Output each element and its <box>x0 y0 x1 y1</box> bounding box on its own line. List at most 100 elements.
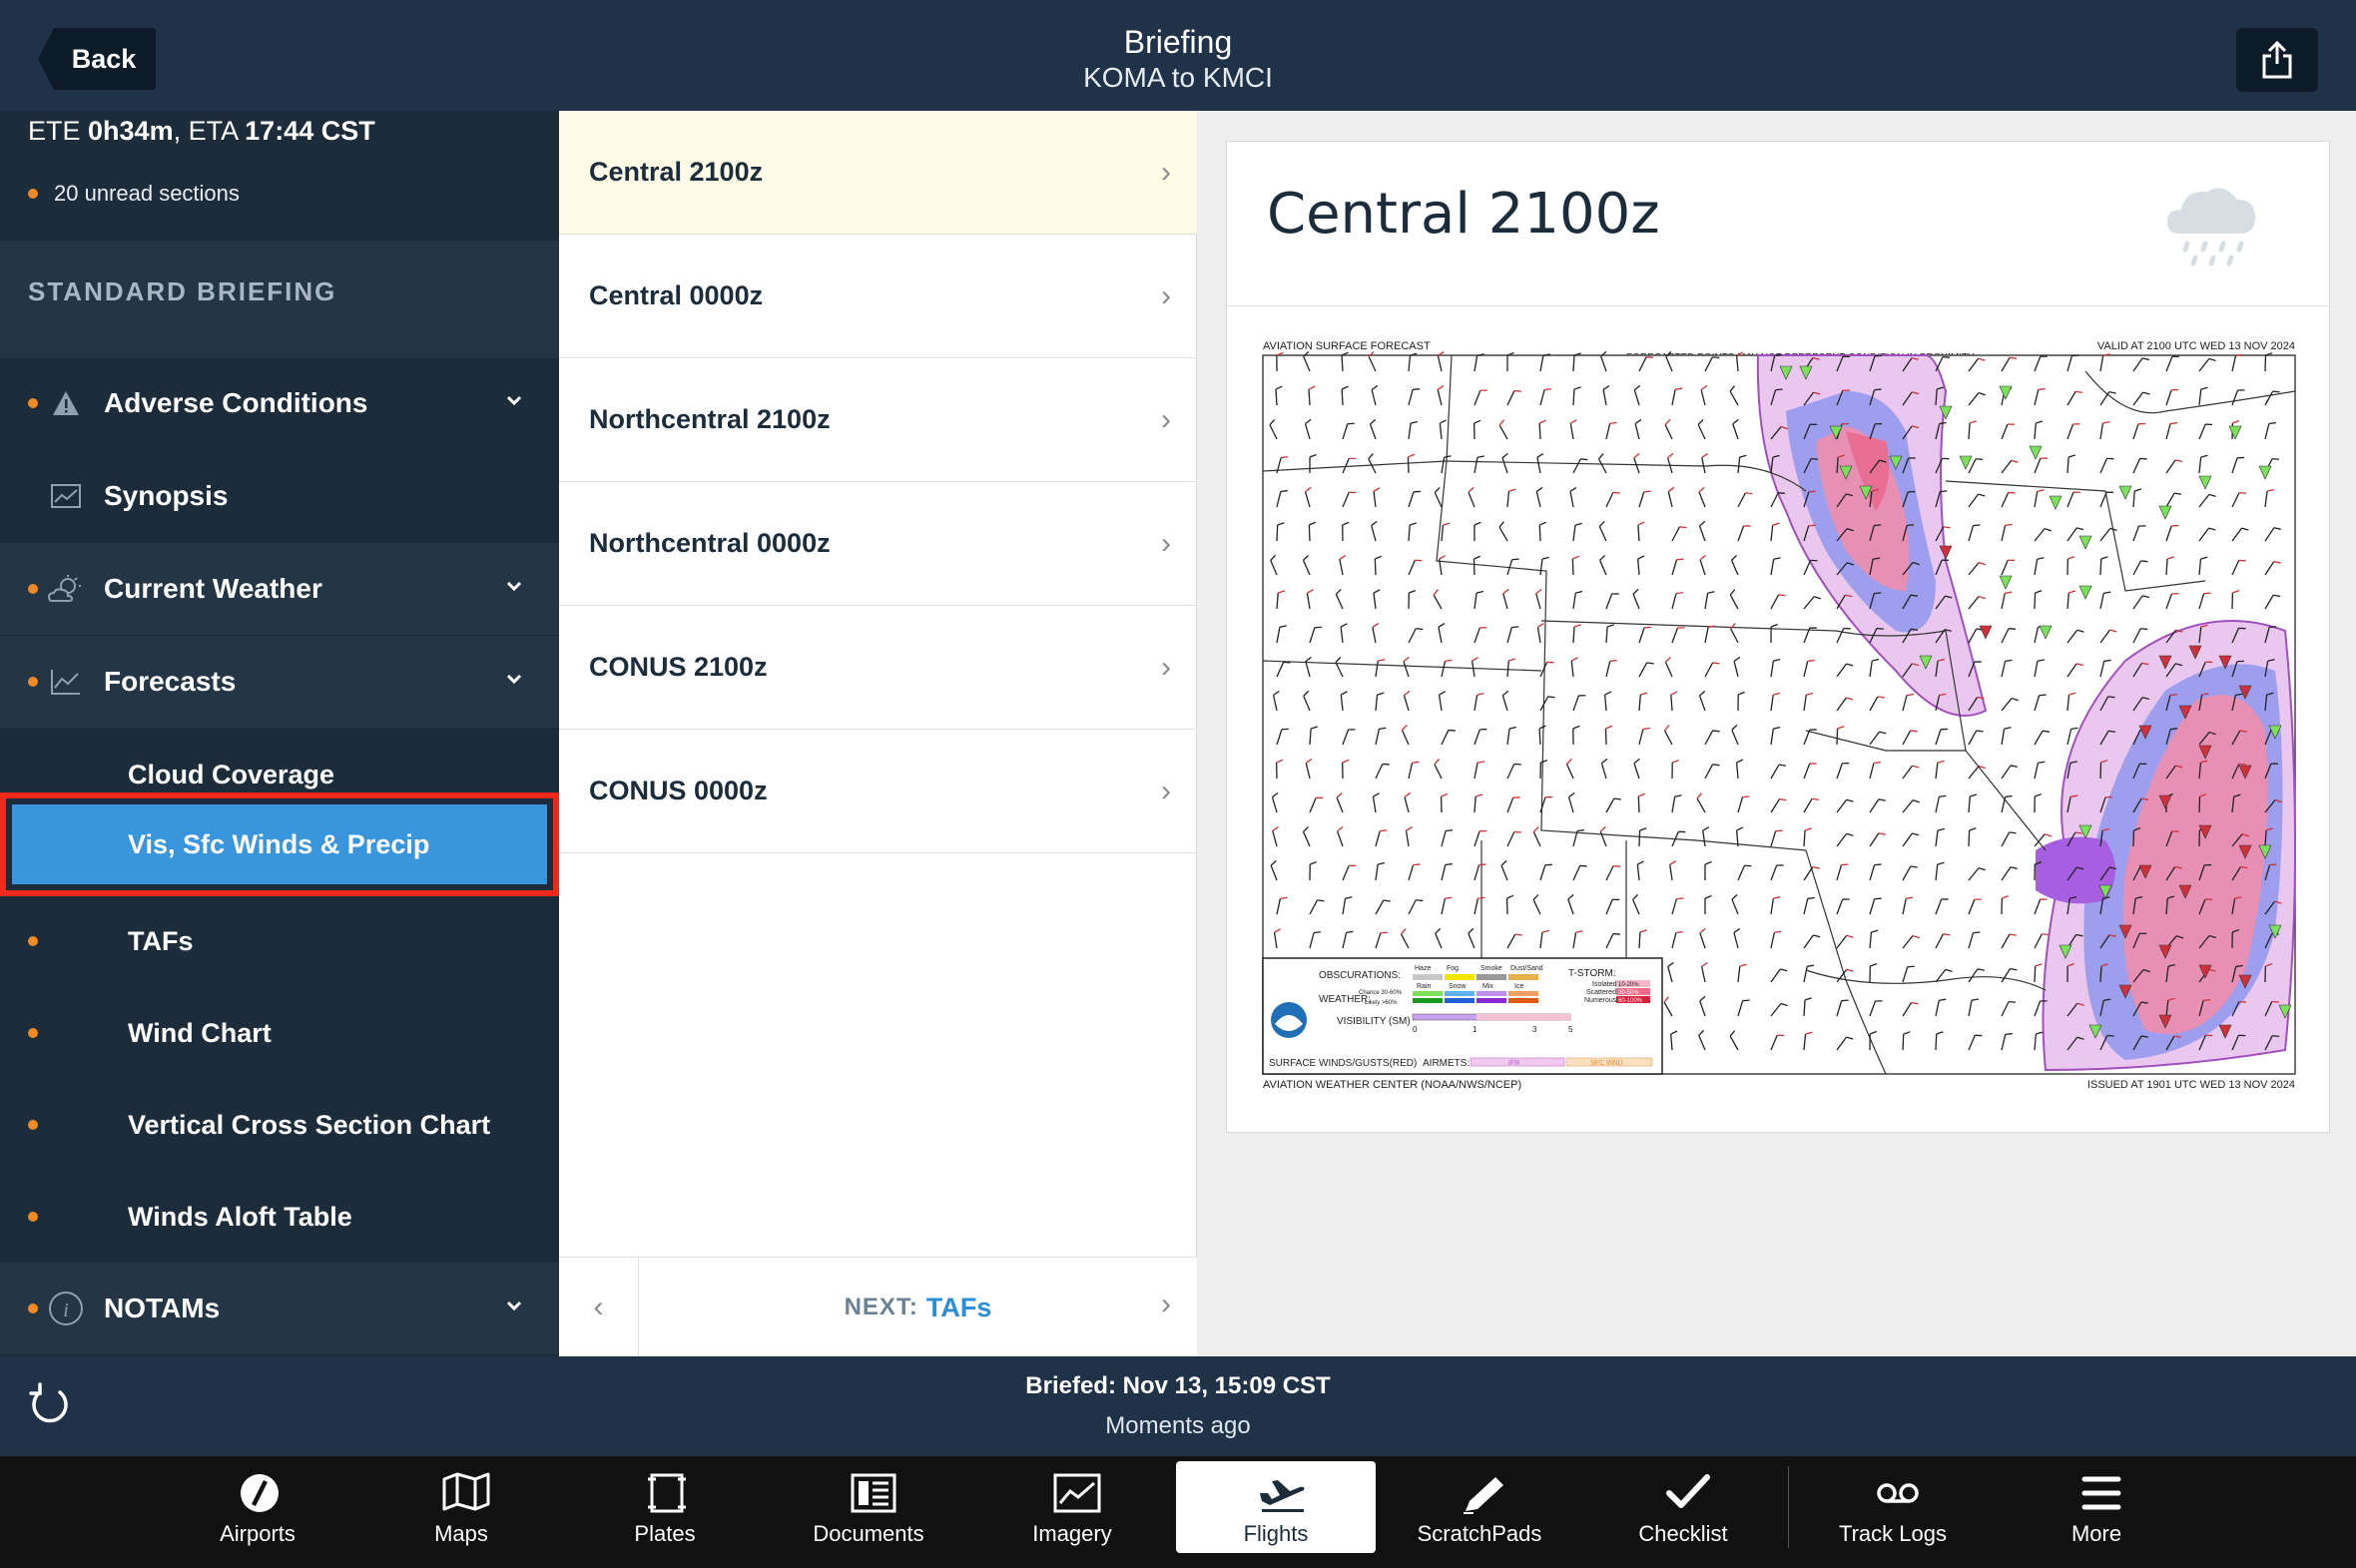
sidebar-item-adverse-conditions[interactable]: Adverse Conditions <box>0 357 559 449</box>
legend-airmets: AIRMETS: <box>1423 1058 1470 1069</box>
tab-scratchpads[interactable]: ScratchPads <box>1380 1461 1579 1553</box>
chevron-right-icon: › <box>1161 526 1171 560</box>
list-item[interactable]: Central 0000z › <box>559 235 1197 358</box>
track-logs-icon <box>1877 1483 1919 1503</box>
info-icon: i <box>48 1291 84 1326</box>
chevron-right-icon: › <box>1161 650 1171 684</box>
tab-label: Flights <box>1243 1521 1309 1546</box>
legend-fog: Fog <box>1447 965 1459 972</box>
chart-icon <box>48 478 84 514</box>
legend-sfc-wnd: SFC WND <box>1590 1060 1623 1067</box>
unread-dot <box>28 584 38 594</box>
legend-surface-winds: SURFACE WINDS/GUSTS(RED) <box>1269 1058 1417 1069</box>
legend-vis-5: 5 <box>1568 1025 1573 1034</box>
sidebar-item-tafs[interactable]: TAFs <box>0 895 559 987</box>
sidebar-item-notams[interactable]: i NOTAMs <box>0 1263 559 1354</box>
sidebar-item-label: Cloud Coverage <box>128 759 335 789</box>
chart-title: Central 2100z <box>1267 182 1660 247</box>
chevron-right-icon: › <box>1161 774 1171 807</box>
list-item-label: CONUS 2100z <box>589 652 768 682</box>
ete-eta-sep: , <box>173 116 189 146</box>
list-item[interactable]: Northcentral 2100z › <box>559 358 1197 482</box>
trend-icon <box>48 664 84 700</box>
tab-maps[interactable]: Maps <box>361 1461 561 1553</box>
sidebar-item-wind-chart[interactable]: Wind Chart <box>0 987 559 1079</box>
list-item[interactable]: Central 2100z › <box>559 111 1197 235</box>
eta-value: 17:44 CST <box>245 116 375 146</box>
svg-text:i: i <box>63 1300 69 1321</box>
tab-plates[interactable]: Plates <box>565 1461 765 1553</box>
tab-imagery[interactable]: Imagery <box>972 1461 1172 1553</box>
legend-vis-3: 3 <box>1532 1025 1537 1034</box>
tab-label: Checklist <box>1638 1521 1728 1546</box>
chart-list: Central 2100z › Central 0000z › Northcen… <box>559 111 1197 1357</box>
legend-isolated-pct: 10-20% <box>1618 982 1639 988</box>
chevron-down-icon <box>506 395 522 406</box>
tab-documents[interactable]: Documents <box>769 1461 968 1553</box>
unread-dot <box>28 1120 38 1130</box>
tab-track-logs[interactable]: Track Logs <box>1793 1461 1993 1553</box>
share-icon <box>2262 40 2292 79</box>
chart-card: Central 2100z AVIATION SURFACE FORECAST … <box>1226 141 2330 1133</box>
list-item[interactable]: CONUS 2100z › <box>559 606 1197 730</box>
chevron-right-icon: › <box>1161 402 1171 436</box>
tab-label: Maps <box>434 1521 488 1546</box>
tab-more[interactable]: More <box>1997 1461 2196 1553</box>
surface-forecast-map: AVIATION SURFACE FORECAST FORECASTED POI… <box>1247 331 2309 1106</box>
map-legend: OBSCURATIONS: WEATHER: VISIBILITY (SM) S… <box>1262 957 1663 1075</box>
list-item[interactable]: Northcentral 0000z › <box>559 482 1197 606</box>
chevron-right-icon: › <box>1161 155 1171 189</box>
sidebar-item-vertical-cross-section[interactable]: Vertical Cross Section Chart <box>0 1079 559 1171</box>
card-divider <box>1227 305 2329 306</box>
tab-checklist[interactable]: Checklist <box>1583 1461 1783 1553</box>
next-button[interactable]: NEXT: TAFs <box>639 1258 1197 1357</box>
plates-icon <box>648 1473 686 1513</box>
sidebar-item-synopsis[interactable]: Synopsis <box>0 450 559 542</box>
tab-label: Documents <box>813 1521 924 1546</box>
tab-flights[interactable]: Flights <box>1176 1461 1376 1553</box>
tab-label: More <box>2070 1521 2122 1546</box>
tab-label: Track Logs <box>1838 1521 1947 1546</box>
ete-value: 0h34m <box>88 116 174 146</box>
rain-cloud-icon <box>2167 188 2255 266</box>
tab-bar: Airports Maps Plates Documents Imagery F… <box>0 1456 2356 1568</box>
list-item[interactable]: CONUS 0000z › <box>559 730 1197 853</box>
sidebar-item-label: Forecasts <box>104 666 237 697</box>
forecast-map-image: AVIATION SURFACE FORECAST FORECASTED POI… <box>1247 331 2309 1106</box>
legend-ifr: IFR <box>1508 1060 1519 1067</box>
legend-rain: Rain <box>1417 983 1432 990</box>
sidebar-item-winds-aloft-table[interactable]: Winds Aloft Table <box>0 1171 559 1263</box>
unread-dot <box>28 398 38 408</box>
legend-scattered-pct: 30-50% <box>1618 990 1639 996</box>
list-item-label: CONUS 0000z <box>589 776 768 805</box>
checklist-icon <box>1666 1474 1710 1508</box>
legend-vis-1: 1 <box>1472 1025 1477 1034</box>
sidebar-item-label: Vis, Sfc Winds & Precip <box>128 828 430 859</box>
sidebar-item-label: Current Weather <box>104 573 322 604</box>
legend-isolated: Isolated <box>1592 981 1617 988</box>
unread-dot <box>28 677 38 687</box>
tab-label: Airports <box>220 1521 295 1546</box>
legend-visibility: VISIBILITY (SM) <box>1337 1016 1411 1027</box>
tab-airports[interactable]: Airports <box>158 1461 357 1553</box>
unread-dot <box>28 189 38 199</box>
legend-likely: Likely >60% <box>1365 1000 1398 1006</box>
share-button[interactable] <box>2236 28 2318 92</box>
sidebar-item-label: Vertical Cross Section Chart <box>128 1109 491 1140</box>
scratchpads-icon <box>1464 1477 1503 1514</box>
briefing-sidebar: ETE 0h34m, ETA 17:44 CST 20 unread secti… <box>0 111 559 1356</box>
sidebar-item-label: Winds Aloft Table <box>128 1201 352 1232</box>
legend-dust: Dust/Sand <box>1510 965 1543 972</box>
legend-chance: Chance 30-60% <box>1359 990 1403 996</box>
chevron-down-icon <box>506 1301 522 1311</box>
map-valid-time: VALID AT 2100 UTC WED 13 NOV 2024 <box>2097 340 2295 352</box>
sidebar-item-vis-sfc-winds-precip[interactable]: Vis, Sfc Winds & Precip <box>0 792 559 896</box>
legend-obscurations: OBSCURATIONS: <box>1319 970 1401 981</box>
legend-haze: Haze <box>1415 965 1431 972</box>
airports-icon <box>241 1474 279 1512</box>
previous-button[interactable]: ‹ <box>559 1258 639 1357</box>
eta-label: ETA <box>188 116 238 146</box>
header-titles: Briefing KOMA to KMCI <box>0 22 2356 94</box>
sidebar-item-forecasts[interactable]: Forecasts <box>0 636 559 728</box>
sidebar-item-current-weather[interactable]: Current Weather <box>0 543 559 635</box>
